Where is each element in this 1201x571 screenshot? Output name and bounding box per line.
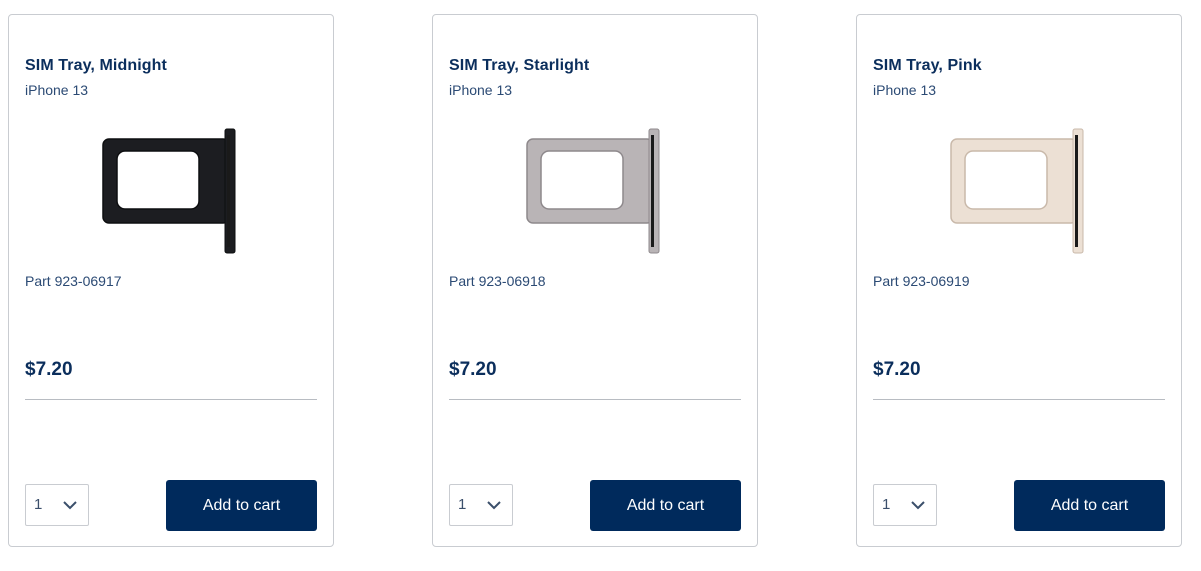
- part-number: Part 923-06918: [449, 273, 546, 289]
- chevron-down-icon: [63, 501, 77, 510]
- product-image[interactable]: [523, 127, 669, 255]
- chevron-down-icon: [487, 501, 501, 510]
- product-card: SIM Tray, Pink iPhone 13 Part 923-06919 …: [856, 14, 1182, 547]
- quantity-value: 1: [34, 496, 43, 513]
- sim-tray-image: [102, 128, 236, 254]
- product-card: SIM Tray, Midnight iPhone 13 Part 923-06…: [8, 14, 334, 547]
- quantity-select[interactable]: 1: [25, 484, 89, 526]
- quantity-value: 1: [458, 496, 467, 513]
- product-model: iPhone 13: [873, 82, 937, 98]
- quantity-select[interactable]: 1: [873, 484, 937, 526]
- price: $7.20: [873, 359, 921, 380]
- sim-tray-image: [526, 128, 660, 254]
- product-title[interactable]: SIM Tray, Midnight: [25, 57, 167, 75]
- product-title[interactable]: SIM Tray, Pink: [873, 57, 982, 75]
- price: $7.20: [25, 359, 73, 380]
- sim-tray-image: [950, 128, 1084, 254]
- product-card: SIM Tray, Starlight iPhone 13 Part 923-0…: [432, 14, 758, 547]
- divider: [25, 399, 317, 400]
- chevron-down-icon: [911, 501, 925, 510]
- divider: [449, 399, 741, 400]
- product-title[interactable]: SIM Tray, Starlight: [449, 57, 589, 75]
- product-model: iPhone 13: [449, 82, 513, 98]
- add-to-cart-button[interactable]: Add to cart: [590, 480, 741, 531]
- part-number: Part 923-06917: [25, 273, 122, 289]
- product-image[interactable]: [99, 127, 245, 255]
- quantity-select[interactable]: 1: [449, 484, 513, 526]
- quantity-value: 1: [882, 496, 891, 513]
- product-model: iPhone 13: [25, 82, 89, 98]
- price: $7.20: [449, 359, 497, 380]
- part-number: Part 923-06919: [873, 273, 970, 289]
- add-to-cart-button[interactable]: Add to cart: [166, 480, 317, 531]
- product-image[interactable]: [947, 127, 1093, 255]
- divider: [873, 399, 1165, 400]
- add-to-cart-button[interactable]: Add to cart: [1014, 480, 1165, 531]
